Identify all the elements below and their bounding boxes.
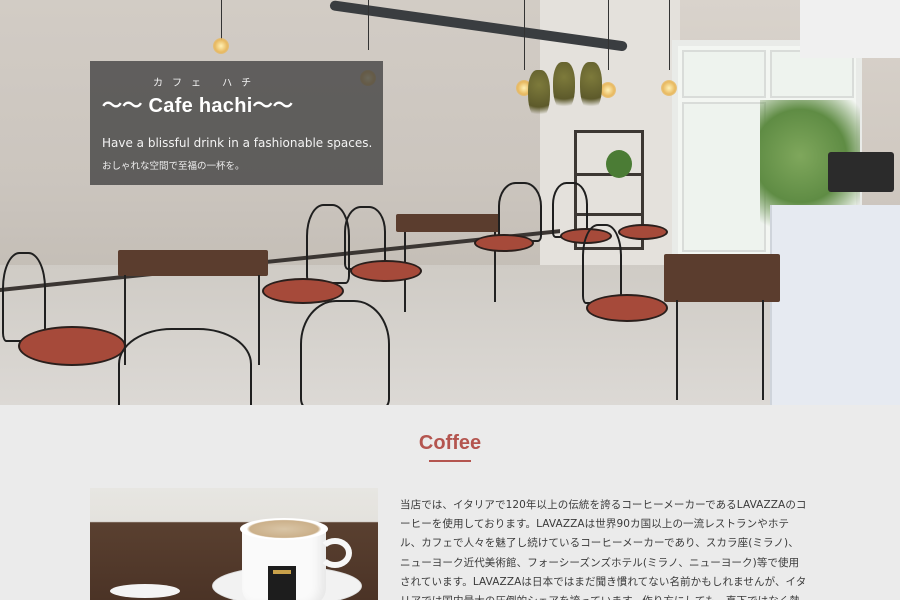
pendant-bulb bbox=[213, 38, 229, 54]
spoon bbox=[110, 584, 180, 598]
hero-counter bbox=[770, 205, 900, 405]
hero-table bbox=[118, 250, 268, 276]
hero-chair bbox=[498, 182, 542, 242]
hero-chair bbox=[118, 328, 252, 405]
hero-chair-seat bbox=[18, 326, 126, 366]
hero-chair-seat bbox=[474, 234, 534, 252]
coffee-crema bbox=[240, 518, 328, 540]
hero-chair bbox=[300, 300, 390, 405]
coffee-photo bbox=[90, 488, 378, 600]
section-title: Coffee bbox=[418, 432, 482, 454]
coffee-description: 当店では、イタリアで120年以上の伝統を誇るコーヒーメーカーであるLAVAZZA… bbox=[400, 499, 807, 600]
cup-logo bbox=[268, 566, 296, 600]
pendant-bulb bbox=[661, 80, 677, 96]
hero-plant bbox=[606, 150, 632, 178]
hero-image: カフェ ハチ 〜〜 Cafe hachi〜〜 Have a blissful d… bbox=[0, 0, 900, 405]
section-title-underline bbox=[429, 460, 471, 462]
hanging-herbs bbox=[528, 70, 550, 120]
hero-chair-seat bbox=[350, 260, 422, 282]
hero-tagline: Have a blissful drink in a fashionable s… bbox=[102, 136, 373, 150]
hero-chair-seat bbox=[586, 294, 668, 322]
hanging-herbs bbox=[580, 62, 602, 112]
hero-chair bbox=[2, 252, 46, 342]
brand-furigana: カフェ ハチ bbox=[153, 78, 261, 89]
brand-title: 〜〜 Cafe hachi〜〜 bbox=[102, 95, 294, 117]
hero-register bbox=[828, 152, 894, 192]
hero-chair bbox=[582, 224, 622, 304]
hero-table bbox=[396, 214, 500, 232]
hero-counter-hood bbox=[800, 0, 900, 58]
hero-chair-seat bbox=[618, 224, 668, 240]
pendant-bulb bbox=[600, 82, 616, 98]
hanging-herbs bbox=[553, 62, 575, 112]
cup-handle bbox=[318, 538, 352, 568]
hero-tagline-japanese: おしゃれな空間で至福の一杯を。 bbox=[102, 161, 245, 172]
hero-table bbox=[664, 254, 780, 302]
